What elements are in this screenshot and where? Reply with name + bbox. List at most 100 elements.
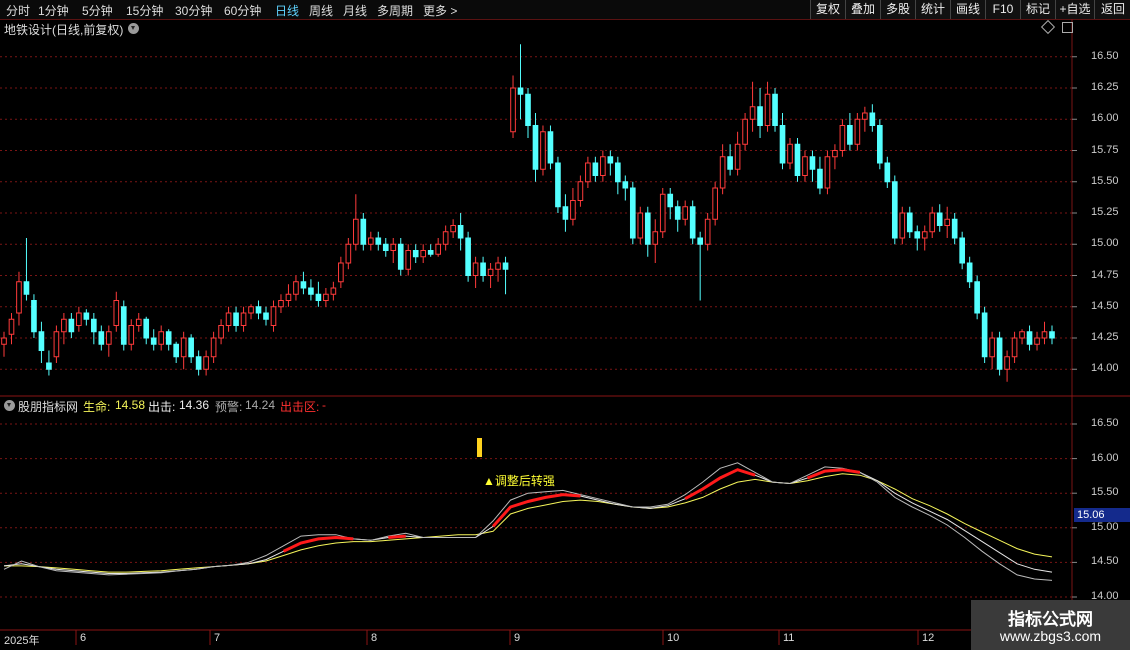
price-tick-label: 16.00 xyxy=(1091,112,1119,125)
candle-body xyxy=(689,206,696,239)
price-tick-label: 14.50 xyxy=(1091,299,1119,312)
candle-body xyxy=(225,312,232,326)
candle-body xyxy=(218,325,224,339)
candle-body xyxy=(457,225,464,239)
candle-body xyxy=(547,131,554,164)
candle-body xyxy=(308,287,314,295)
candle-body xyxy=(712,187,718,220)
candle-body xyxy=(180,337,187,358)
candle-body xyxy=(1004,356,1010,370)
indicator-tick-label: 15.00 xyxy=(1091,520,1119,533)
strong-segment xyxy=(388,534,406,539)
candle-body xyxy=(525,93,531,126)
candle-body xyxy=(906,212,913,233)
candle-body xyxy=(854,118,861,145)
time-label-oct: 10 xyxy=(667,632,680,644)
time-label-year: 2025年 xyxy=(4,635,40,647)
strong-segment xyxy=(491,493,581,528)
candle-body xyxy=(629,187,636,239)
candle-body xyxy=(293,281,299,295)
candle-body xyxy=(61,318,67,333)
zone-value: - xyxy=(322,398,326,412)
candle-body xyxy=(1049,331,1055,339)
candle-body xyxy=(862,112,868,120)
time-label-jun: 6 xyxy=(80,632,87,644)
warn-value: 14.24 xyxy=(245,398,276,412)
candle-body xyxy=(674,206,681,220)
candle-body xyxy=(869,112,876,126)
candle-body xyxy=(173,343,179,358)
kline-chart[interactable] xyxy=(0,0,1130,650)
candle-body xyxy=(427,250,434,255)
candle-body xyxy=(817,168,823,189)
candle-body xyxy=(143,318,150,339)
candle-body xyxy=(240,312,247,326)
candle-body xyxy=(891,181,898,239)
candle-body xyxy=(1011,337,1018,358)
candle-body xyxy=(353,218,359,245)
indicator-tick-label: 16.00 xyxy=(1091,451,1119,464)
candle-body xyxy=(719,156,726,189)
indicator-dropdown-icon[interactable] xyxy=(4,400,15,411)
candle-body xyxy=(779,125,786,164)
candle-body xyxy=(540,131,546,170)
title-dropdown-icon[interactable] xyxy=(128,23,139,34)
candle-body xyxy=(495,262,501,270)
candle-body xyxy=(772,93,778,126)
current-value-tag: 15.06 xyxy=(1074,508,1130,522)
candle-body xyxy=(734,143,741,170)
candle-body xyxy=(405,250,412,270)
candle-body xyxy=(555,162,561,208)
candle-body xyxy=(382,243,389,251)
candle-body xyxy=(105,331,112,345)
candle-body xyxy=(764,93,771,126)
candle-body xyxy=(233,312,239,326)
candle-body xyxy=(323,293,329,301)
candle-body xyxy=(1,337,7,345)
candle-body xyxy=(704,218,711,245)
candle-body xyxy=(16,281,22,314)
candle-body xyxy=(1041,331,1048,339)
candle-body xyxy=(135,318,142,326)
candle-body xyxy=(450,225,456,233)
candle-body xyxy=(615,162,621,183)
candle-body xyxy=(622,181,629,189)
candle-body xyxy=(510,87,516,133)
candle-body xyxy=(981,312,988,358)
exit-value: 14.36 xyxy=(179,398,210,412)
price-tick-label: 15.50 xyxy=(1091,174,1119,187)
price-tick-label: 14.75 xyxy=(1091,268,1119,281)
strong-segment xyxy=(684,468,756,501)
candle-body xyxy=(989,337,995,358)
time-label-sep: 9 xyxy=(514,632,521,644)
candle-body xyxy=(652,231,659,245)
candle-body xyxy=(570,200,576,220)
price-tick-label: 14.00 xyxy=(1091,362,1119,375)
candle-body xyxy=(824,156,831,189)
candle-body xyxy=(757,106,763,126)
candle-body xyxy=(944,218,951,226)
candle-body xyxy=(607,156,614,164)
candle-body xyxy=(644,212,651,245)
candle-body xyxy=(884,162,891,183)
square-icon[interactable] xyxy=(1062,22,1073,33)
candle-body xyxy=(487,268,494,276)
candle-body xyxy=(659,193,666,233)
candle-body xyxy=(315,293,322,301)
candle-body xyxy=(31,300,37,333)
candle-body xyxy=(420,250,427,258)
candle-body xyxy=(637,212,644,239)
candle-body xyxy=(375,237,382,245)
candle-body xyxy=(435,243,441,255)
indicator-tick-label: 15.50 xyxy=(1091,486,1119,499)
candle-body xyxy=(502,262,509,270)
watermark-title: 指标公式网 xyxy=(1008,610,1093,629)
candle-body xyxy=(263,312,269,320)
candle-body xyxy=(480,262,486,276)
candle-body xyxy=(787,143,793,164)
candle-body xyxy=(682,206,689,220)
candle-body xyxy=(697,237,703,245)
exit-label: 出击: xyxy=(148,400,176,414)
price-tick-label: 16.25 xyxy=(1091,81,1119,93)
price-tick-label: 15.75 xyxy=(1091,143,1119,156)
